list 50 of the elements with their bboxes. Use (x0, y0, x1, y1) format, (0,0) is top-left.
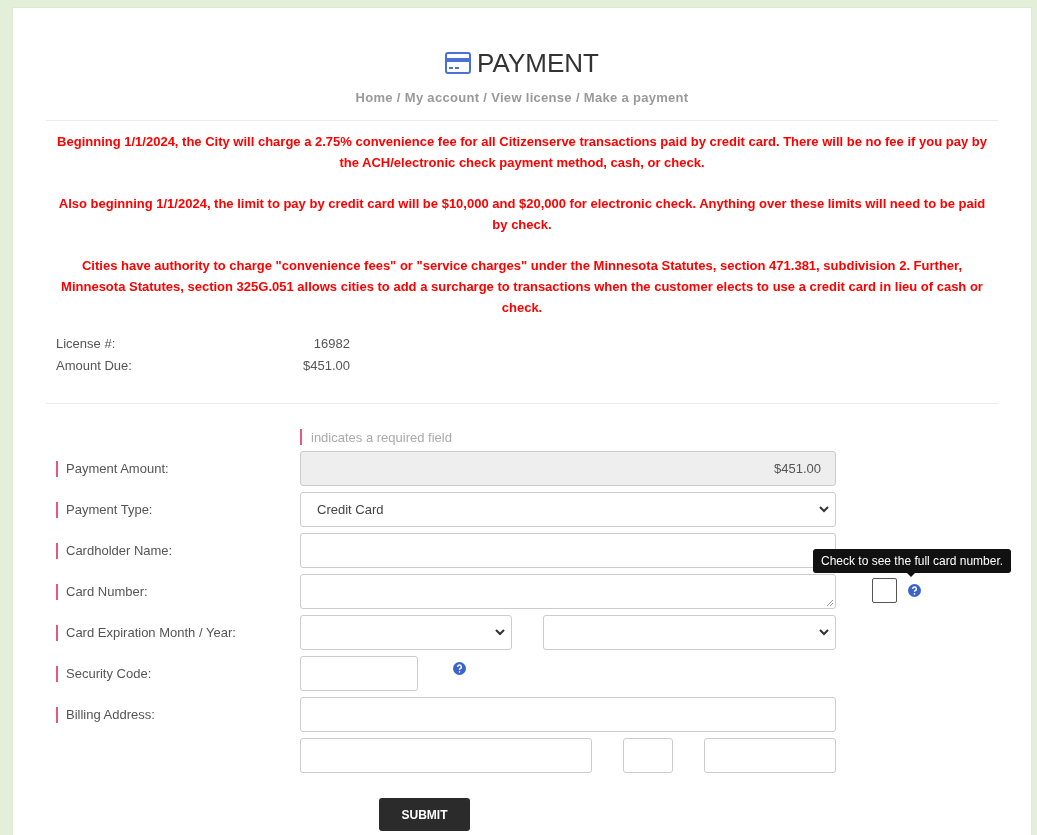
required-marker (56, 624, 58, 641)
required-marker (56, 542, 58, 559)
amount-field[interactable]: $451.00 (300, 451, 836, 486)
credit-card-icon (445, 52, 472, 74)
title-text: PAYMENT (477, 47, 599, 79)
chevron-down-icon (819, 506, 829, 513)
required-marker (56, 460, 58, 477)
field-label: Card Number: (66, 584, 148, 599)
field-label: Cardholder Name: (66, 543, 173, 558)
required-marker (300, 429, 302, 445)
field-label: Security Code: (66, 666, 152, 681)
year-dropdown[interactable] (543, 615, 836, 650)
state-field[interactable] (623, 738, 673, 773)
field-label: Billing Address: (66, 707, 155, 722)
required-marker (56, 501, 58, 518)
address-field[interactable] (300, 697, 836, 732)
breadcrumb-separator: / (483, 90, 488, 105)
resize-grip-icon (826, 599, 834, 607)
breadcrumb-separator: / (396, 90, 401, 105)
fee-notice: Beginning 1/1/2024, the City will charge a 2.75% convenience fee for all Citizenserve transactions paid by credit card. There will be no fee if you pay by the ACH/electronic check payment method, cash, or check. (56, 133, 988, 172)
help-icon[interactable] (908, 584, 921, 597)
required-marker (56, 706, 58, 723)
security-code-field[interactable] (300, 656, 418, 691)
payment-type-dropdown[interactable]: Credit Card (300, 492, 836, 527)
breadcrumb-link[interactable]: My account (404, 90, 480, 105)
breadcrumb-link[interactable]: View license (491, 90, 572, 105)
summary-value: 16982 (312, 335, 350, 351)
card-number-field[interactable] (300, 574, 836, 609)
required-marker (56, 665, 58, 682)
required-marker (56, 583, 58, 600)
show-number-checkbox[interactable] (872, 578, 897, 603)
city-field[interactable] (300, 738, 592, 773)
month-dropdown[interactable] (300, 615, 512, 650)
required-note: indicates a required field (311, 429, 452, 445)
submit-button[interactable]: SUBMIT (379, 798, 470, 831)
field-label: Payment Amount: (66, 461, 169, 476)
chevron-down-icon (495, 629, 505, 636)
field-label: Payment Type: (66, 502, 153, 517)
fee-notice: Also beginning 1/1/2024, the limit to pay by credit card will be $10,000 and $20,000 for electronic check. Anything over these limits will need to be paid by check. (57, 195, 987, 234)
summary-value: $451.00 (302, 357, 350, 373)
field-label: Card Expiration Month / Year: (66, 625, 236, 640)
chevron-down-icon (819, 629, 829, 636)
summary-label: License #: (56, 335, 117, 351)
summary-label: Amount Due: (56, 357, 133, 373)
fee-notice: Cities have authority to charge "convenience fees" or "service charges" under the Minnesota Statutes, section 471.381, subdivision 2. Further, Minnesota Statutes, section 325G.051 allows cities to add a surcharge to transactions when the customer elects to use a credit card in lieu of cash or check. (60, 257, 984, 317)
help-icon[interactable] (453, 661, 466, 675)
breadcrumb-link[interactable]: Make a payment (583, 90, 689, 105)
breadcrumb-link[interactable]: Home (355, 90, 393, 105)
zip-field[interactable] (704, 738, 836, 773)
breadcrumb-separator: / (575, 90, 580, 105)
